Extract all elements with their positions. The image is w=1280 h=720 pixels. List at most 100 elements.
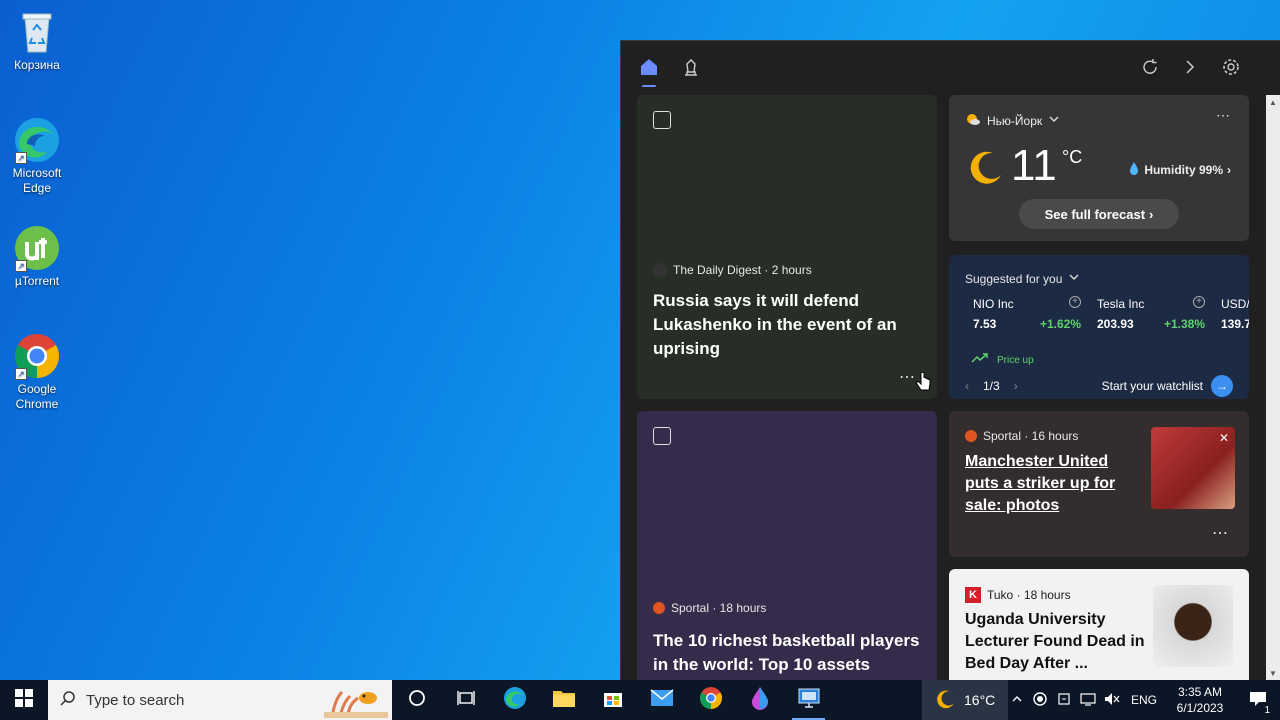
desktop-icon-label: µTorrent: [14, 274, 60, 288]
home-tab[interactable]: [635, 55, 663, 87]
stock-price: 7.53: [973, 317, 997, 331]
notification-count: 1: [1264, 704, 1270, 716]
taskbar-mail[interactable]: [637, 680, 686, 720]
refresh-button[interactable]: [1136, 55, 1164, 83]
stock-name: NIO Inc: [973, 297, 1014, 311]
remote-desktop-icon: [797, 687, 821, 714]
news-headline[interactable]: Russia says it will defend Lukashenko in…: [653, 289, 923, 361]
news-headline[interactable]: Manchester United puts a striker up for …: [965, 451, 1145, 517]
humidity-text: Humidity 99%: [1144, 162, 1223, 177]
price-up-label: Price up: [997, 355, 1034, 366]
clock-date: 6/1/2023: [1176, 701, 1224, 715]
desktop-icon-edge[interactable]: ↗ Microsoft Edge: [0, 116, 74, 196]
taskbar-store[interactable]: [588, 680, 637, 720]
droplet-icon: [1128, 161, 1140, 178]
news-source-text: The Daily Digest · 2 hours: [673, 263, 812, 277]
scroll-down-icon[interactable]: ▼: [1269, 669, 1277, 678]
news-source-text: Sportal · 16 hours: [983, 429, 1079, 443]
sportal-logo-icon: [965, 430, 977, 442]
clock[interactable]: 3:35 AM 6/1/2023: [1164, 684, 1236, 716]
news-source: K Tuko · 18 hours: [965, 587, 1071, 603]
more-options-icon[interactable]: ⋯: [899, 367, 916, 387]
chevron-up-icon[interactable]: [1006, 693, 1028, 708]
more-options-icon[interactable]: ⋯: [1212, 523, 1229, 543]
task-view-button[interactable]: [441, 680, 490, 720]
humidity[interactable]: Humidity 99% ›: [1128, 161, 1231, 178]
taskbar-chrome[interactable]: [686, 680, 735, 720]
news-headline[interactable]: The 10 richest basketball players in the…: [653, 629, 929, 677]
utorrent-icon: ↗: [13, 224, 61, 272]
see-full-forecast-button[interactable]: See full forecast ›: [1019, 199, 1179, 229]
more-options-icon[interactable]: ⋯: [1216, 107, 1231, 124]
chevron-left-icon[interactable]: ‹: [965, 379, 969, 393]
network-icon[interactable]: [1076, 692, 1100, 709]
taskbar-paint[interactable]: [735, 680, 784, 720]
desktop-icon-label: Microsoft Edge: [12, 166, 62, 195]
clock-time: 3:35 AM: [1177, 685, 1223, 699]
taskbar-search-box[interactable]: Type to search: [48, 680, 392, 720]
stock-name: USD/: [1221, 297, 1249, 311]
taskbar-weather[interactable]: 16°C: [922, 680, 1008, 720]
news-source: Sportal · 16 hours: [965, 429, 1078, 443]
start-button[interactable]: [0, 680, 48, 720]
start-watchlist-button[interactable]: Start your watchlist →: [1102, 375, 1233, 397]
chevron-right-icon[interactable]: ›: [1014, 379, 1018, 393]
home-icon: [639, 57, 659, 82]
add-stock-icon[interactable]: +: [1193, 296, 1205, 308]
news-card[interactable]: K Tuko · 18 hours Uganda University Lect…: [949, 569, 1249, 680]
desktop-icon-recycle-bin[interactable]: Корзина: [0, 8, 74, 73]
hand-cursor-icon: [916, 371, 932, 399]
news-headline[interactable]: Uganda University Lecturer Found Dead in…: [965, 609, 1149, 675]
arrow-right-icon: →: [1211, 375, 1233, 397]
volume-muted-icon[interactable]: [1100, 692, 1124, 709]
widgets-panel: The Daily Digest · 2 hours Russia says i…: [620, 40, 1280, 680]
expand-button[interactable]: [1176, 55, 1204, 83]
settings-button[interactable]: [1217, 55, 1245, 83]
edge-icon: [503, 686, 527, 715]
news-card[interactable]: Sportal · 18 hours The 10 richest basket…: [637, 411, 937, 680]
sports-tab[interactable]: [677, 55, 705, 83]
desktop-icon-label: Google Chrome: [15, 382, 59, 411]
scroll-up-icon[interactable]: ▲: [1269, 98, 1277, 107]
temperature: 11: [1011, 141, 1057, 190]
scrollbar[interactable]: ▲ ▼: [1266, 95, 1280, 680]
chevron-down-icon: [1068, 271, 1080, 286]
stock-name: Tesla Inc: [1097, 297, 1145, 311]
stock-price: 139.7: [1221, 317, 1249, 331]
stocks-card[interactable]: Suggested for you NIO Inc + 7.53 +1.62% …: [949, 255, 1249, 399]
suggested-header[interactable]: Suggested for you: [965, 271, 1080, 286]
chevron-right-icon: ›: [1227, 162, 1231, 177]
meet-now-icon[interactable]: [1052, 692, 1076, 709]
taskbar-remote-desktop[interactable]: [784, 680, 833, 720]
record-icon[interactable]: [1028, 691, 1052, 709]
taskbar-file-explorer[interactable]: [539, 680, 588, 720]
news-card[interactable]: The Daily Digest · 2 hours Russia says i…: [637, 95, 937, 399]
cortana-icon: [408, 689, 426, 712]
sportal-logo-icon: [653, 602, 665, 614]
widgets-header: [621, 41, 1280, 95]
trending-up-icon: [971, 351, 989, 369]
suggested-title: Suggested for you: [965, 271, 1063, 286]
taskbar-weather-temp: 16°C: [964, 692, 996, 708]
desktop-icon-chrome[interactable]: ↗ Google Chrome: [0, 332, 74, 412]
source-logo-icon: [653, 263, 667, 277]
news-card[interactable]: Sportal · 16 hours Manchester United put…: [949, 411, 1249, 557]
language-indicator[interactable]: ENG: [1124, 693, 1164, 707]
chrome-icon: ↗: [13, 332, 61, 380]
windows-icon: [15, 688, 33, 712]
news-source: The Daily Digest · 2 hours: [653, 263, 812, 277]
stock-price: 203.93: [1097, 317, 1134, 331]
refresh-icon: [1141, 58, 1159, 81]
cortana-button[interactable]: [392, 680, 441, 720]
weather-location[interactable]: Нью-Йорк: [965, 111, 1060, 130]
chevron-right-icon: [1182, 59, 1198, 80]
news-thumbnail: [1153, 585, 1233, 667]
image-icon: [653, 427, 671, 445]
desktop-icon-utorrent[interactable]: ↗ µTorrent: [0, 224, 74, 289]
taskbar-edge[interactable]: [490, 680, 539, 720]
forecast-button-label: See full forecast: [1044, 206, 1146, 222]
notification-center-button[interactable]: 1: [1236, 691, 1280, 716]
add-stock-icon[interactable]: +: [1069, 296, 1081, 308]
close-icon[interactable]: ✕: [1219, 431, 1229, 445]
weather-card[interactable]: Нью-Йорк ⋯ 11 °C Humidity 99% › See full…: [949, 95, 1249, 241]
